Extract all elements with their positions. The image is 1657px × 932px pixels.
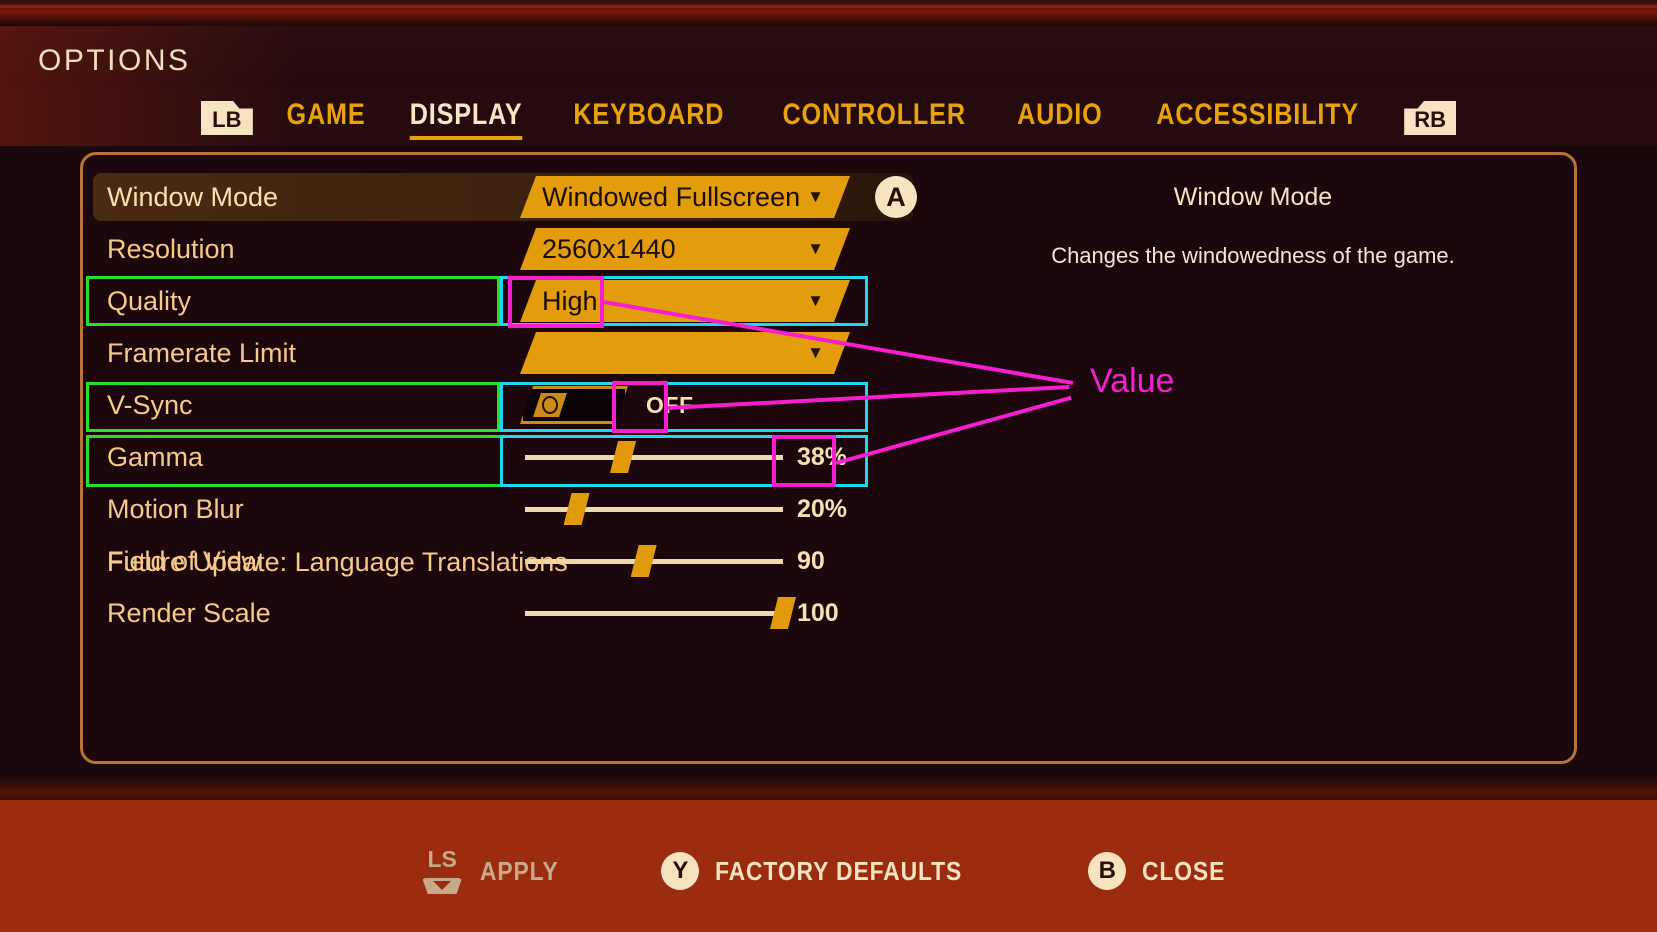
slider-track: [525, 610, 783, 616]
dropdown-value-window-mode: Windowed Fullscreen: [542, 181, 801, 212]
footer-action-bar: LS APPLY Y FACTORY DEFAULTS B CLOSE: [0, 800, 1657, 932]
footer-label-factory-defaults: FACTORY DEFAULTS: [715, 855, 963, 886]
button-y-icon: Y: [661, 852, 700, 890]
chevron-down-icon: ▼: [807, 291, 824, 310]
footer-prompt-close[interactable]: B CLOSE: [1088, 852, 1237, 890]
toggle-value-vsync: OFF: [646, 391, 694, 418]
dropdown-framerate-limit[interactable]: ▼: [520, 332, 850, 374]
footer-prompt-apply[interactable]: LS APPLY: [420, 846, 569, 894]
setting-row-motion-blur[interactable]: Motion Blur 20%: [93, 485, 913, 533]
top-bevel: [0, 0, 1657, 26]
dropdown-window-mode[interactable]: Windowed Fullscreen ▼: [520, 176, 850, 218]
tab-accessibility[interactable]: ACCESSIBILITY: [1156, 98, 1359, 138]
setting-control-render-scale[interactable]: 100: [525, 591, 865, 635]
setting-row-gamma[interactable]: Gamma 38%: [93, 433, 913, 481]
tab-game[interactable]: GAME: [286, 98, 365, 138]
button-b-icon: B: [1088, 852, 1127, 890]
tab-audio[interactable]: AUDIO: [1017, 98, 1102, 138]
setting-row-quality[interactable]: Quality High ▼: [93, 277, 913, 325]
chevron-down-icon: ▼: [807, 239, 824, 258]
setting-control-vsync[interactable]: OFF: [520, 383, 860, 427]
setting-row-render-scale[interactable]: Render Scale 100: [93, 589, 913, 637]
setting-control-quality[interactable]: High ▼: [520, 279, 860, 323]
setting-label-quality: Quality: [107, 285, 192, 316]
dropdown-quality[interactable]: High ▼: [520, 280, 850, 322]
setting-label-framerate-limit: Framerate Limit: [107, 337, 297, 368]
toggle-knob-icon: [533, 393, 567, 417]
slider-value-field-of-view: 90: [797, 546, 825, 575]
dropdown-resolution[interactable]: 2560x1440 ▼: [520, 228, 850, 270]
footer-prompt-factory-defaults[interactable]: Y FACTORY DEFAULTS: [661, 852, 996, 890]
slider-value-gamma: 38%: [797, 442, 848, 471]
setting-row-framerate-limit[interactable]: Framerate Limit ▼: [93, 329, 913, 377]
footer-label-apply: APPLY: [480, 855, 559, 886]
setting-label-window-mode: Window Mode: [107, 181, 279, 212]
setting-control-motion-blur[interactable]: 20%: [525, 487, 865, 531]
setting-row-vsync[interactable]: V-Sync OFF: [93, 381, 913, 429]
slider-gamma[interactable]: 38%: [525, 437, 847, 477]
settings-panel: Window Mode Windowed Fullscreen ▼ A Reso…: [80, 152, 1577, 764]
slider-render-scale[interactable]: 100: [525, 593, 839, 633]
slider-track: [525, 454, 783, 460]
left-stick-arrow: [433, 881, 452, 890]
tab-bar: LB GAME DISPLAY KEYBOARD CONTROLLER AUDI…: [0, 92, 1657, 144]
slider-value-motion-blur: 20%: [797, 494, 848, 523]
dropdown-value-resolution: 2560x1440: [542, 233, 676, 264]
slider-track: [525, 506, 783, 512]
setting-control-field-of-view[interactable]: 90: [525, 539, 865, 583]
description-body: Changes the windowedness of the game.: [1051, 243, 1455, 268]
tab-keyboard[interactable]: KEYBOARD: [573, 98, 724, 138]
future-update-note: Future Update: Language Translations: [107, 547, 568, 577]
tab-display[interactable]: DISPLAY: [409, 98, 523, 140]
confirm-a-button-icon[interactable]: A: [875, 176, 917, 218]
setting-label-gamma: Gamma: [107, 441, 204, 472]
toggle-vsync[interactable]: [520, 386, 628, 424]
setting-row-window-mode[interactable]: Window Mode Windowed Fullscreen ▼ A: [93, 173, 917, 221]
bumper-lb-icon[interactable]: LB: [200, 101, 253, 135]
slider-motion-blur[interactable]: 20%: [525, 489, 847, 529]
bumper-rb-icon[interactable]: RB: [1404, 101, 1457, 135]
setting-control-gamma[interactable]: 38%: [525, 435, 865, 479]
page-title: OPTIONS: [38, 44, 191, 77]
footer-label-close: CLOSE: [1142, 855, 1226, 886]
bottom-bevel: [0, 776, 1657, 800]
slider-value-render-scale: 100: [797, 598, 839, 627]
left-stick-label: LS: [427, 846, 457, 872]
setting-control-framerate-limit[interactable]: ▼: [520, 331, 860, 375]
setting-control-window-mode[interactable]: Windowed Fullscreen ▼: [520, 175, 860, 219]
chevron-down-icon: ▼: [807, 187, 824, 206]
chevron-down-icon: ▼: [807, 343, 824, 362]
setting-label-render-scale: Render Scale: [107, 597, 271, 628]
tab-controller[interactable]: CONTROLLER: [782, 98, 965, 138]
dropdown-value-quality: High: [542, 285, 598, 316]
description-title: Window Mode: [1173, 183, 1333, 211]
setting-label-motion-blur: Motion Blur: [107, 493, 244, 524]
setting-label-vsync: V-Sync: [107, 389, 193, 420]
setting-row-resolution[interactable]: Resolution 2560x1440 ▼: [93, 225, 913, 273]
top-bevel-line: [0, 5, 1657, 8]
left-stick-icon: LS: [420, 846, 464, 894]
setting-control-resolution[interactable]: 2560x1440 ▼: [520, 227, 860, 271]
options-screen: OPTIONS LB GAME DISPLAY KEYBOARD CONTROL…: [0, 0, 1657, 932]
setting-label-resolution: Resolution: [107, 233, 235, 264]
